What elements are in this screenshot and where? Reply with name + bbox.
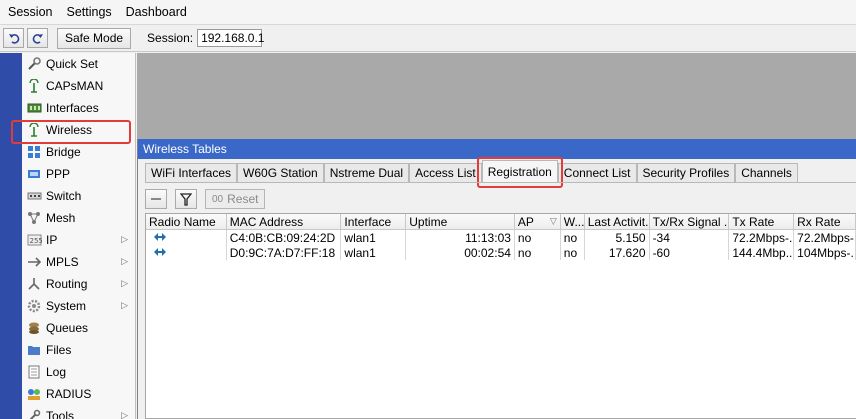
redo-button[interactable] <box>27 28 48 48</box>
tab-w60g-station[interactable]: W60G Station <box>237 163 324 182</box>
undo-icon <box>8 34 19 44</box>
window-title-bar[interactable]: Wireless Tables <box>138 139 856 159</box>
sidebar-item-files[interactable]: Files <box>22 339 135 361</box>
table-row[interactable]: D0:9C:7A:D7:FF:18 wlan1 00:02:54 no no 1… <box>146 245 856 260</box>
window-title: Wireless Tables <box>143 142 227 156</box>
interfaces-icon <box>26 101 42 115</box>
col-ap[interactable]: AP ▽ <box>515 214 561 229</box>
tab-bar: WiFi Interfaces W60G Station Nstreme Dua… <box>145 157 798 188</box>
chevron-right-icon: ▷ <box>121 410 128 419</box>
reset-button[interactable]: 00 Reset <box>205 189 266 209</box>
col-rx-rate[interactable]: Rx Rate <box>794 214 856 229</box>
session-label: Session: <box>147 31 194 45</box>
tab-nstreme-dual[interactable]: Nstreme Dual <box>323 163 410 182</box>
tab-channels[interactable]: Channels <box>735 163 798 182</box>
col-last-activity[interactable]: Last Activit... <box>585 214 650 229</box>
registration-entry-icon <box>153 246 167 260</box>
sidebar-item-ip[interactable]: 255 IP ▷ <box>22 229 135 251</box>
menubar: Session Settings Dashboard <box>0 0 856 24</box>
wireless-tables-window: Wireless Tables WiFi Interfaces W60G Sta… <box>137 139 856 419</box>
ip-icon: 255 <box>26 233 42 247</box>
bridge-icon <box>26 145 42 159</box>
sort-arrow-icon: ▽ <box>549 216 557 226</box>
left-vertical-bar <box>0 53 22 419</box>
switch-icon <box>26 189 42 203</box>
ppp-icon <box>26 167 42 181</box>
chevron-right-icon: ▷ <box>121 234 128 244</box>
radius-icon <box>26 387 42 401</box>
col-interface[interactable]: Interface <box>341 214 407 229</box>
antenna-icon <box>26 79 42 93</box>
col-w[interactable]: W... <box>561 214 585 229</box>
tools-icon <box>26 409 42 419</box>
col-tx-rx-signal[interactable]: Tx/Rx Signal ... <box>650 214 730 229</box>
registration-entry-icon <box>153 231 167 245</box>
minus-button[interactable] <box>145 189 167 209</box>
chevron-right-icon: ▷ <box>121 278 128 288</box>
reset-label: Reset <box>227 192 259 206</box>
sidebar-item-radius[interactable]: RADIUS <box>22 383 135 405</box>
queues-icon <box>26 321 42 335</box>
table-header: Radio Name MAC Address Interface Uptime … <box>146 214 856 230</box>
tab-registration[interactable]: Registration <box>476 157 563 188</box>
window-toolbar: 00 Reset <box>145 189 266 209</box>
minus-icon <box>151 198 161 200</box>
redo-icon <box>32 34 43 44</box>
session-field[interactable]: 192.168.0.1 <box>197 29 264 47</box>
menu-settings[interactable]: Settings <box>66 5 111 19</box>
sidebar-item-quick-set[interactable]: Quick Set <box>22 53 135 75</box>
menu-session[interactable]: Session <box>8 5 52 19</box>
log-icon <box>26 365 42 379</box>
sidebar-item-mpls[interactable]: MPLS ▷ <box>22 251 135 273</box>
col-radio-name[interactable]: Radio Name <box>146 214 227 229</box>
tab-connect-list[interactable]: Connect List <box>557 163 637 182</box>
system-icon <box>26 299 42 313</box>
files-icon <box>26 343 42 357</box>
col-uptime[interactable]: Uptime <box>406 214 515 229</box>
mpls-icon <box>26 255 42 269</box>
quick-set-icon <box>26 57 42 71</box>
undo-button[interactable] <box>3 28 24 48</box>
sidebar: Quick Set CAPsMAN Interfaces Wireless Br… <box>11 53 136 419</box>
sidebar-item-bridge[interactable]: Bridge <box>22 141 135 163</box>
sidebar-item-tools[interactable]: Tools ▷ <box>22 405 135 419</box>
col-mac-address[interactable]: MAC Address <box>227 214 342 229</box>
sidebar-item-switch[interactable]: Switch <box>22 185 135 207</box>
sidebar-item-mesh[interactable]: Mesh <box>22 207 135 229</box>
tab-divider <box>145 182 856 183</box>
sidebar-item-interfaces[interactable]: Interfaces <box>22 97 135 119</box>
chevron-right-icon: ▷ <box>121 256 128 266</box>
safe-mode-button[interactable]: Safe Mode <box>57 27 132 49</box>
sidebar-item-capsman[interactable]: CAPsMAN <box>22 75 135 97</box>
wireless-icon <box>26 123 42 137</box>
counter-icon: 00 <box>212 193 224 205</box>
toolbar: Safe Mode Session: 192.168.0.1 <box>0 24 856 52</box>
tab-access-list[interactable]: Access List <box>409 163 482 182</box>
sidebar-item-queues[interactable]: Queues <box>22 317 135 339</box>
sidebar-item-log[interactable]: Log <box>22 361 135 383</box>
menu-dashboard[interactable]: Dashboard <box>126 5 187 19</box>
filter-icon <box>180 192 192 206</box>
mesh-icon <box>26 211 42 225</box>
registration-table: Radio Name MAC Address Interface Uptime … <box>145 213 856 419</box>
svg-text:255: 255 <box>29 237 42 245</box>
sidebar-item-wireless[interactable]: Wireless <box>11 119 135 144</box>
sidebar-item-routing[interactable]: Routing ▷ <box>22 273 135 295</box>
sidebar-item-system[interactable]: System ▷ <box>22 295 135 317</box>
filter-button[interactable] <box>175 189 197 209</box>
table-row[interactable]: C4:0B:CB:09:24:2D wlan1 11:13:03 no no 5… <box>146 230 856 245</box>
col-tx-rate[interactable]: Tx Rate <box>729 214 795 229</box>
chevron-right-icon: ▷ <box>121 300 128 310</box>
tab-security-profiles[interactable]: Security Profiles <box>636 163 736 182</box>
sidebar-item-ppp[interactable]: PPP <box>22 163 135 185</box>
routing-icon <box>26 277 42 291</box>
tab-wifi-interfaces[interactable]: WiFi Interfaces <box>145 163 238 182</box>
